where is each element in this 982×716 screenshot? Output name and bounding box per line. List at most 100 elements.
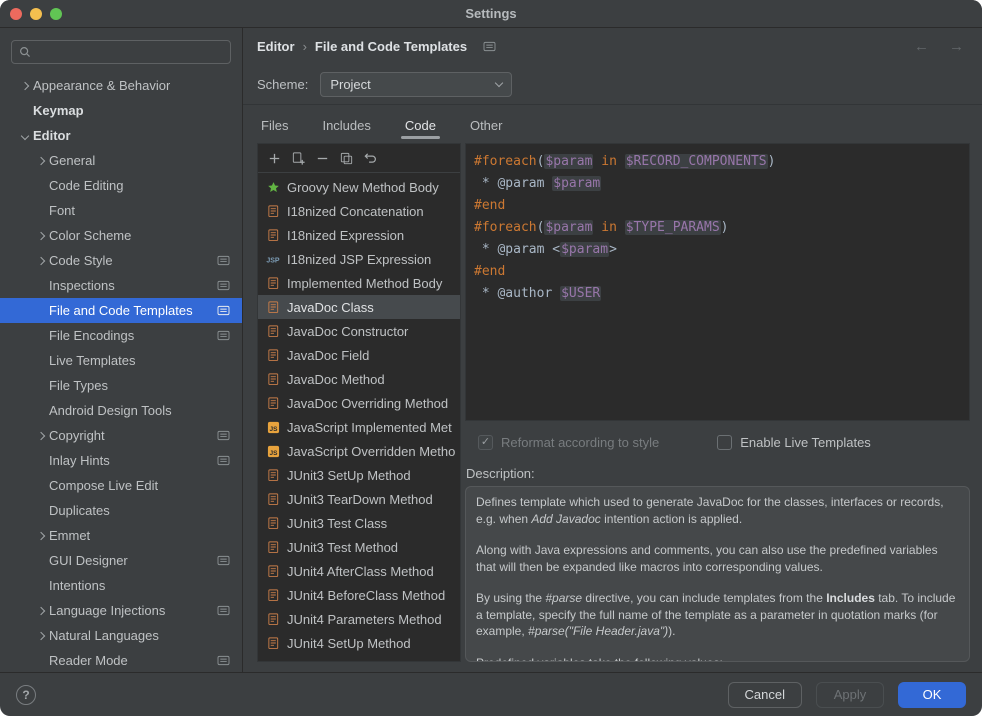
sidebar-item-compose-live-edit[interactable]: Compose Live Edit bbox=[0, 473, 242, 498]
sidebar-item-file-and-code-templates[interactable]: File and Code Templates bbox=[0, 298, 242, 323]
template-item-junit3-setup-method[interactable]: JUnit3 SetUp Method bbox=[258, 463, 460, 487]
sidebar-item-language-injections[interactable]: Language Injections bbox=[0, 598, 242, 623]
sidebar-item-label: General bbox=[49, 153, 95, 168]
template-icon bbox=[265, 492, 281, 506]
template-item-label: I18nized JSP Expression bbox=[287, 252, 431, 267]
sidebar-item-natural-languages[interactable]: Natural Languages bbox=[0, 623, 242, 648]
sidebar-item-android-design-tools[interactable]: Android Design Tools bbox=[0, 398, 242, 423]
breadcrumb-editor[interactable]: Editor bbox=[257, 39, 295, 54]
template-icon bbox=[265, 612, 281, 626]
tab-includes[interactable]: Includes bbox=[318, 107, 374, 143]
template-item-junit4-beforeclass-method[interactable]: JUnit4 BeforeClass Method bbox=[258, 583, 460, 607]
chevron-right-icon[interactable] bbox=[32, 258, 49, 264]
sidebar-item-appearance-behavior[interactable]: Appearance & Behavior bbox=[0, 73, 242, 98]
js-icon: JS bbox=[265, 444, 281, 458]
help-button[interactable]: ? bbox=[16, 685, 36, 705]
cancel-button[interactable]: Cancel bbox=[728, 682, 802, 708]
remove-template-button[interactable] bbox=[310, 147, 334, 169]
sidebar-item-inlay-hints[interactable]: Inlay Hints bbox=[0, 448, 242, 473]
copy-template-icon bbox=[339, 151, 354, 166]
template-item-groovy-new-method-body[interactable]: Groovy New Method Body bbox=[258, 175, 460, 199]
monitor-badge-icon bbox=[217, 305, 230, 316]
template-item-javadoc-method[interactable]: JavaDoc Method bbox=[258, 367, 460, 391]
tab-files[interactable]: Files bbox=[257, 107, 292, 143]
sidebar-item-label: Compose Live Edit bbox=[49, 478, 158, 493]
tab-code[interactable]: Code bbox=[401, 107, 440, 143]
forward-button[interactable]: → bbox=[949, 38, 964, 55]
chevron-right-icon[interactable] bbox=[32, 233, 49, 239]
settings-search[interactable] bbox=[11, 40, 231, 64]
apply-button[interactable]: Apply bbox=[816, 682, 884, 708]
sidebar-item-color-scheme[interactable]: Color Scheme bbox=[0, 223, 242, 248]
sidebar-item-inspections[interactable]: Inspections bbox=[0, 273, 242, 298]
description-paragraph: Defines template which used to generate … bbox=[476, 494, 959, 527]
chevron-down-icon[interactable] bbox=[16, 133, 33, 139]
template-item-javascript-overridden-metho[interactable]: JSJavaScript Overridden Metho bbox=[258, 439, 460, 463]
sidebar-item-keymap[interactable]: Keymap bbox=[0, 98, 242, 123]
chevron-right-icon[interactable] bbox=[16, 83, 33, 89]
add-template-button[interactable] bbox=[262, 147, 286, 169]
sidebar-item-reader-mode[interactable]: Reader Mode bbox=[0, 648, 242, 672]
template-item-junit4-parameters-method[interactable]: JUnit4 Parameters Method bbox=[258, 607, 460, 631]
sidebar-item-gui-designer[interactable]: GUI Designer bbox=[0, 548, 242, 573]
template-item-junit3-test-class[interactable]: JUnit3 Test Class bbox=[258, 511, 460, 535]
chevron-right-icon[interactable] bbox=[32, 433, 49, 439]
sidebar-item-font[interactable]: Font bbox=[0, 198, 242, 223]
sidebar-item-general[interactable]: General bbox=[0, 148, 242, 173]
template-item-i18nized-expression[interactable]: I18nized Expression bbox=[258, 223, 460, 247]
template-item-junit3-test-method[interactable]: JUnit3 Test Method bbox=[258, 535, 460, 559]
ok-button[interactable]: OK bbox=[898, 682, 966, 708]
code-line: #end bbox=[474, 261, 961, 283]
template-item-javadoc-overriding-method[interactable]: JavaDoc Overriding Method bbox=[258, 391, 460, 415]
template-item-javadoc-field[interactable]: JavaDoc Field bbox=[258, 343, 460, 367]
template-description[interactable]: Defines template which used to generate … bbox=[465, 486, 970, 662]
template-icon bbox=[265, 468, 281, 482]
back-button[interactable]: ← bbox=[914, 38, 929, 55]
sidebar-item-label: Font bbox=[49, 203, 75, 218]
template-item-javadoc-class[interactable]: JavaDoc Class bbox=[258, 295, 460, 319]
template-editor[interactable]: #foreach($param in $RECORD_COMPONENTS) *… bbox=[465, 143, 970, 421]
copy-template-button[interactable] bbox=[334, 147, 358, 169]
checkbox-unchecked-icon bbox=[717, 435, 732, 450]
chevron-right-icon[interactable] bbox=[32, 633, 49, 639]
sidebar-item-code-style[interactable]: Code Style bbox=[0, 248, 242, 273]
template-item-junit4-afterclass-method[interactable]: JUnit4 AfterClass Method bbox=[258, 559, 460, 583]
sidebar-item-file-types[interactable]: File Types bbox=[0, 373, 242, 398]
close-button[interactable] bbox=[10, 8, 22, 20]
tab-other[interactable]: Other bbox=[466, 107, 507, 143]
add-child-template-button[interactable] bbox=[286, 147, 310, 169]
sidebar-item-copyright[interactable]: Copyright bbox=[0, 423, 242, 448]
chevron-right-icon[interactable] bbox=[32, 158, 49, 164]
template-item-i18nized-concatenation[interactable]: I18nized Concatenation bbox=[258, 199, 460, 223]
add-template-icon bbox=[267, 151, 282, 166]
reset-template-icon bbox=[363, 151, 378, 166]
sidebar-item-editor[interactable]: Editor bbox=[0, 123, 242, 148]
sidebar-item-emmet[interactable]: Emmet bbox=[0, 523, 242, 548]
enable-live-templates-checkbox[interactable]: Enable Live Templates bbox=[717, 435, 871, 450]
sidebar-item-file-encodings[interactable]: File Encodings bbox=[0, 323, 242, 348]
template-item-junit3-teardown-method[interactable]: JUnit3 TearDown Method bbox=[258, 487, 460, 511]
zoom-button[interactable] bbox=[50, 8, 62, 20]
search-input[interactable] bbox=[36, 44, 224, 61]
template-item-implemented-method-body[interactable]: Implemented Method Body bbox=[258, 271, 460, 295]
sidebar-item-code-editing[interactable]: Code Editing bbox=[0, 173, 242, 198]
sidebar-item-intentions[interactable]: Intentions bbox=[0, 573, 242, 598]
template-item-javadoc-constructor[interactable]: JavaDoc Constructor bbox=[258, 319, 460, 343]
template-item-i18nized-jsp-expression[interactable]: JSPI18nized JSP Expression bbox=[258, 247, 460, 271]
sidebar-item-duplicates[interactable]: Duplicates bbox=[0, 498, 242, 523]
reset-template-button[interactable] bbox=[358, 147, 382, 169]
chevron-right-icon[interactable] bbox=[32, 608, 49, 614]
template-icon bbox=[265, 204, 281, 218]
scheme-select[interactable]: Project bbox=[320, 72, 512, 97]
sidebar-item-label: Natural Languages bbox=[49, 628, 159, 643]
template-item-junit4-setup-method[interactable]: JUnit4 SetUp Method bbox=[258, 631, 460, 655]
chevron-right-icon[interactable] bbox=[32, 533, 49, 539]
minimize-button[interactable] bbox=[30, 8, 42, 20]
traffic-lights bbox=[10, 8, 62, 20]
sidebar-item-live-templates[interactable]: Live Templates bbox=[0, 348, 242, 373]
groovy-icon bbox=[265, 180, 281, 194]
sidebar-item-label: Intentions bbox=[49, 578, 105, 593]
template-item-javascript-implemented-met[interactable]: JSJavaScript Implemented Met bbox=[258, 415, 460, 439]
history-nav: ← → bbox=[914, 38, 970, 55]
chevron-down-icon bbox=[495, 79, 503, 87]
